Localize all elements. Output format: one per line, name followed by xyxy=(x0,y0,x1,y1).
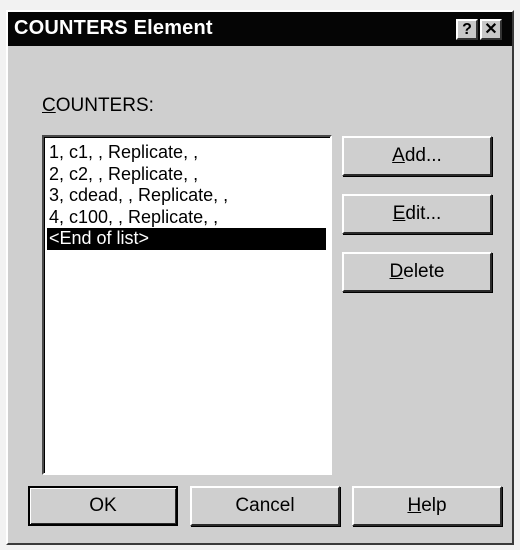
help-question-icon[interactable]: ? xyxy=(456,19,478,40)
list-item[interactable]: 3, cdead, , Replicate, , xyxy=(47,185,326,207)
delete-button[interactable]: Delete xyxy=(342,252,492,292)
cancel-button[interactable]: Cancel xyxy=(190,486,340,526)
edit-button[interactable]: Edit... xyxy=(342,194,492,234)
list-item[interactable]: 1, c1, , Replicate, , xyxy=(47,142,326,164)
list-item-end-of-list[interactable]: <End of list> xyxy=(47,228,326,250)
dialog-title: COUNTERS Element xyxy=(14,17,213,39)
counters-listbox[interactable]: 1, c1, , Replicate, , 2, c2, , Replicate… xyxy=(42,135,332,475)
close-icon[interactable]: ✕ xyxy=(480,19,502,40)
help-button[interactable]: Help xyxy=(352,486,502,526)
counters-dialog: COUNTERS Element ? ✕ COUNTERS: 1, c1, , … xyxy=(6,10,514,545)
ok-button[interactable]: OK xyxy=(28,486,178,526)
add-button[interactable]: Add... xyxy=(342,136,492,176)
list-item[interactable]: 4, c100, , Replicate, , xyxy=(47,207,326,229)
list-item[interactable]: 2, c2, , Replicate, , xyxy=(47,164,326,186)
title-bar: COUNTERS Element ? ✕ xyxy=(8,12,512,46)
counters-label: COUNTERS: xyxy=(42,95,154,116)
